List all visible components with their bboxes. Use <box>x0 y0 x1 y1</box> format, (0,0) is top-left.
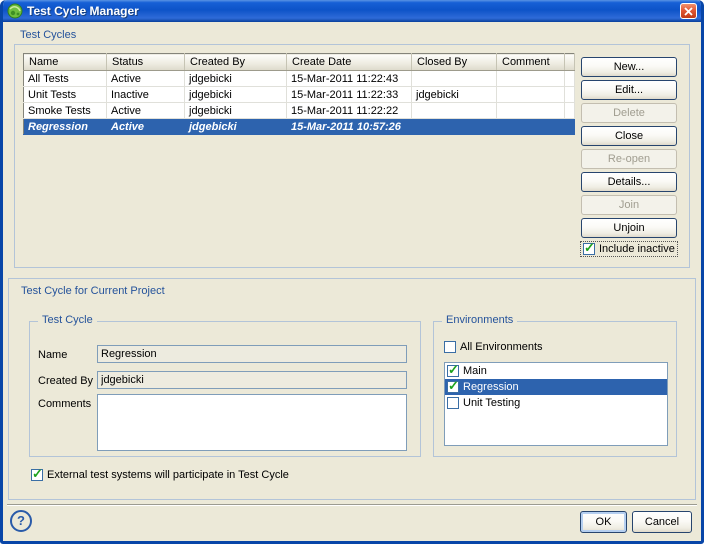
include-inactive-checkbox[interactable]: Include inactive <box>581 242 677 256</box>
dialog-content: Test Cycles Name Status Created By Creat… <box>3 22 701 541</box>
table-row[interactable]: All Tests Active jdgebicki 15-Mar-2011 1… <box>24 71 575 87</box>
checkbox-icon <box>31 469 43 481</box>
name-field[interactable] <box>97 345 407 363</box>
current-project-group-title: Test Cycle for Current Project <box>21 285 165 297</box>
help-button[interactable]: ? <box>10 510 32 532</box>
close-icon[interactable] <box>680 3 697 19</box>
unjoin-button[interactable]: Unjoin <box>581 218 677 238</box>
reopen-button[interactable]: Re-open <box>581 149 677 169</box>
comments-field[interactable] <box>97 394 407 451</box>
close-cycle-button[interactable]: Close <box>581 126 677 146</box>
column-header-created-by[interactable]: Created By <box>185 54 287 71</box>
app-icon <box>7 3 23 19</box>
cancel-button[interactable]: Cancel <box>632 511 692 533</box>
created-by-field[interactable] <box>97 371 407 389</box>
environment-item-unit-testing[interactable]: Unit Testing <box>445 395 667 411</box>
checkbox-icon <box>444 341 456 353</box>
table-row[interactable]: Smoke Tests Active jdgebicki 15-Mar-2011… <box>24 103 575 119</box>
all-environments-checkbox[interactable]: All Environments <box>444 341 543 353</box>
environment-item-regression[interactable]: Regression <box>445 379 667 395</box>
new-button[interactable]: New... <box>581 57 677 77</box>
column-header-status[interactable]: Status <box>107 54 185 71</box>
join-button[interactable]: Join <box>581 195 677 215</box>
checkbox-icon[interactable] <box>447 397 459 409</box>
environments-list: Main Regression Unit Testing <box>444 362 668 446</box>
include-inactive-label: Include inactive <box>599 243 675 255</box>
table-row-selected[interactable]: Regression Active jdgebicki 15-Mar-2011 … <box>24 119 575 135</box>
column-header-name[interactable]: Name <box>24 54 107 71</box>
external-systems-label: External test systems will participate i… <box>47 469 289 481</box>
ok-button[interactable]: OK <box>580 511 627 533</box>
titlebar[interactable]: Test Cycle Manager <box>3 0 701 22</box>
external-systems-checkbox[interactable]: External test systems will participate i… <box>31 469 289 481</box>
name-label: Name <box>38 349 67 361</box>
test-cycles-table: Name Status Created By Create Date Close… <box>23 53 575 135</box>
current-project-group: Test Cycle for Current Project Test Cycl… <box>8 278 696 500</box>
all-environments-label: All Environments <box>460 341 543 353</box>
table-header-row: Name Status Created By Create Date Close… <box>24 54 575 71</box>
delete-button[interactable]: Delete <box>581 103 677 123</box>
test-cycles-group-title: Test Cycles <box>20 29 76 41</box>
test-cycle-subgroup-title: Test Cycle <box>38 314 97 326</box>
checkbox-icon[interactable] <box>447 381 459 393</box>
footer-separator <box>7 504 697 506</box>
column-header-comment[interactable]: Comment <box>497 54 565 71</box>
window-title: Test Cycle Manager <box>27 4 139 18</box>
created-by-label: Created By <box>38 375 93 387</box>
table-row[interactable]: Unit Tests Inactive jdgebicki 15-Mar-201… <box>24 87 575 103</box>
column-header-create-date[interactable]: Create Date <box>287 54 412 71</box>
environments-subgroup-title: Environments <box>442 314 517 326</box>
column-header-filler <box>565 54 575 71</box>
edit-button[interactable]: Edit... <box>581 80 677 100</box>
test-cycles-group: Name Status Created By Create Date Close… <box>14 44 690 268</box>
comments-label: Comments <box>38 398 91 410</box>
details-button[interactable]: Details... <box>581 172 677 192</box>
environments-subgroup: Environments All Environments Main Regre… <box>433 321 677 457</box>
checkbox-icon[interactable] <box>447 365 459 377</box>
environment-item-main[interactable]: Main <box>445 363 667 379</box>
checkbox-icon <box>583 243 595 255</box>
column-header-closed-by[interactable]: Closed By <box>412 54 497 71</box>
dialog-window: Test Cycle Manager Test Cycles Name Stat… <box>0 0 704 544</box>
test-cycle-subgroup: Test Cycle Name Created By Comments <box>29 321 421 457</box>
